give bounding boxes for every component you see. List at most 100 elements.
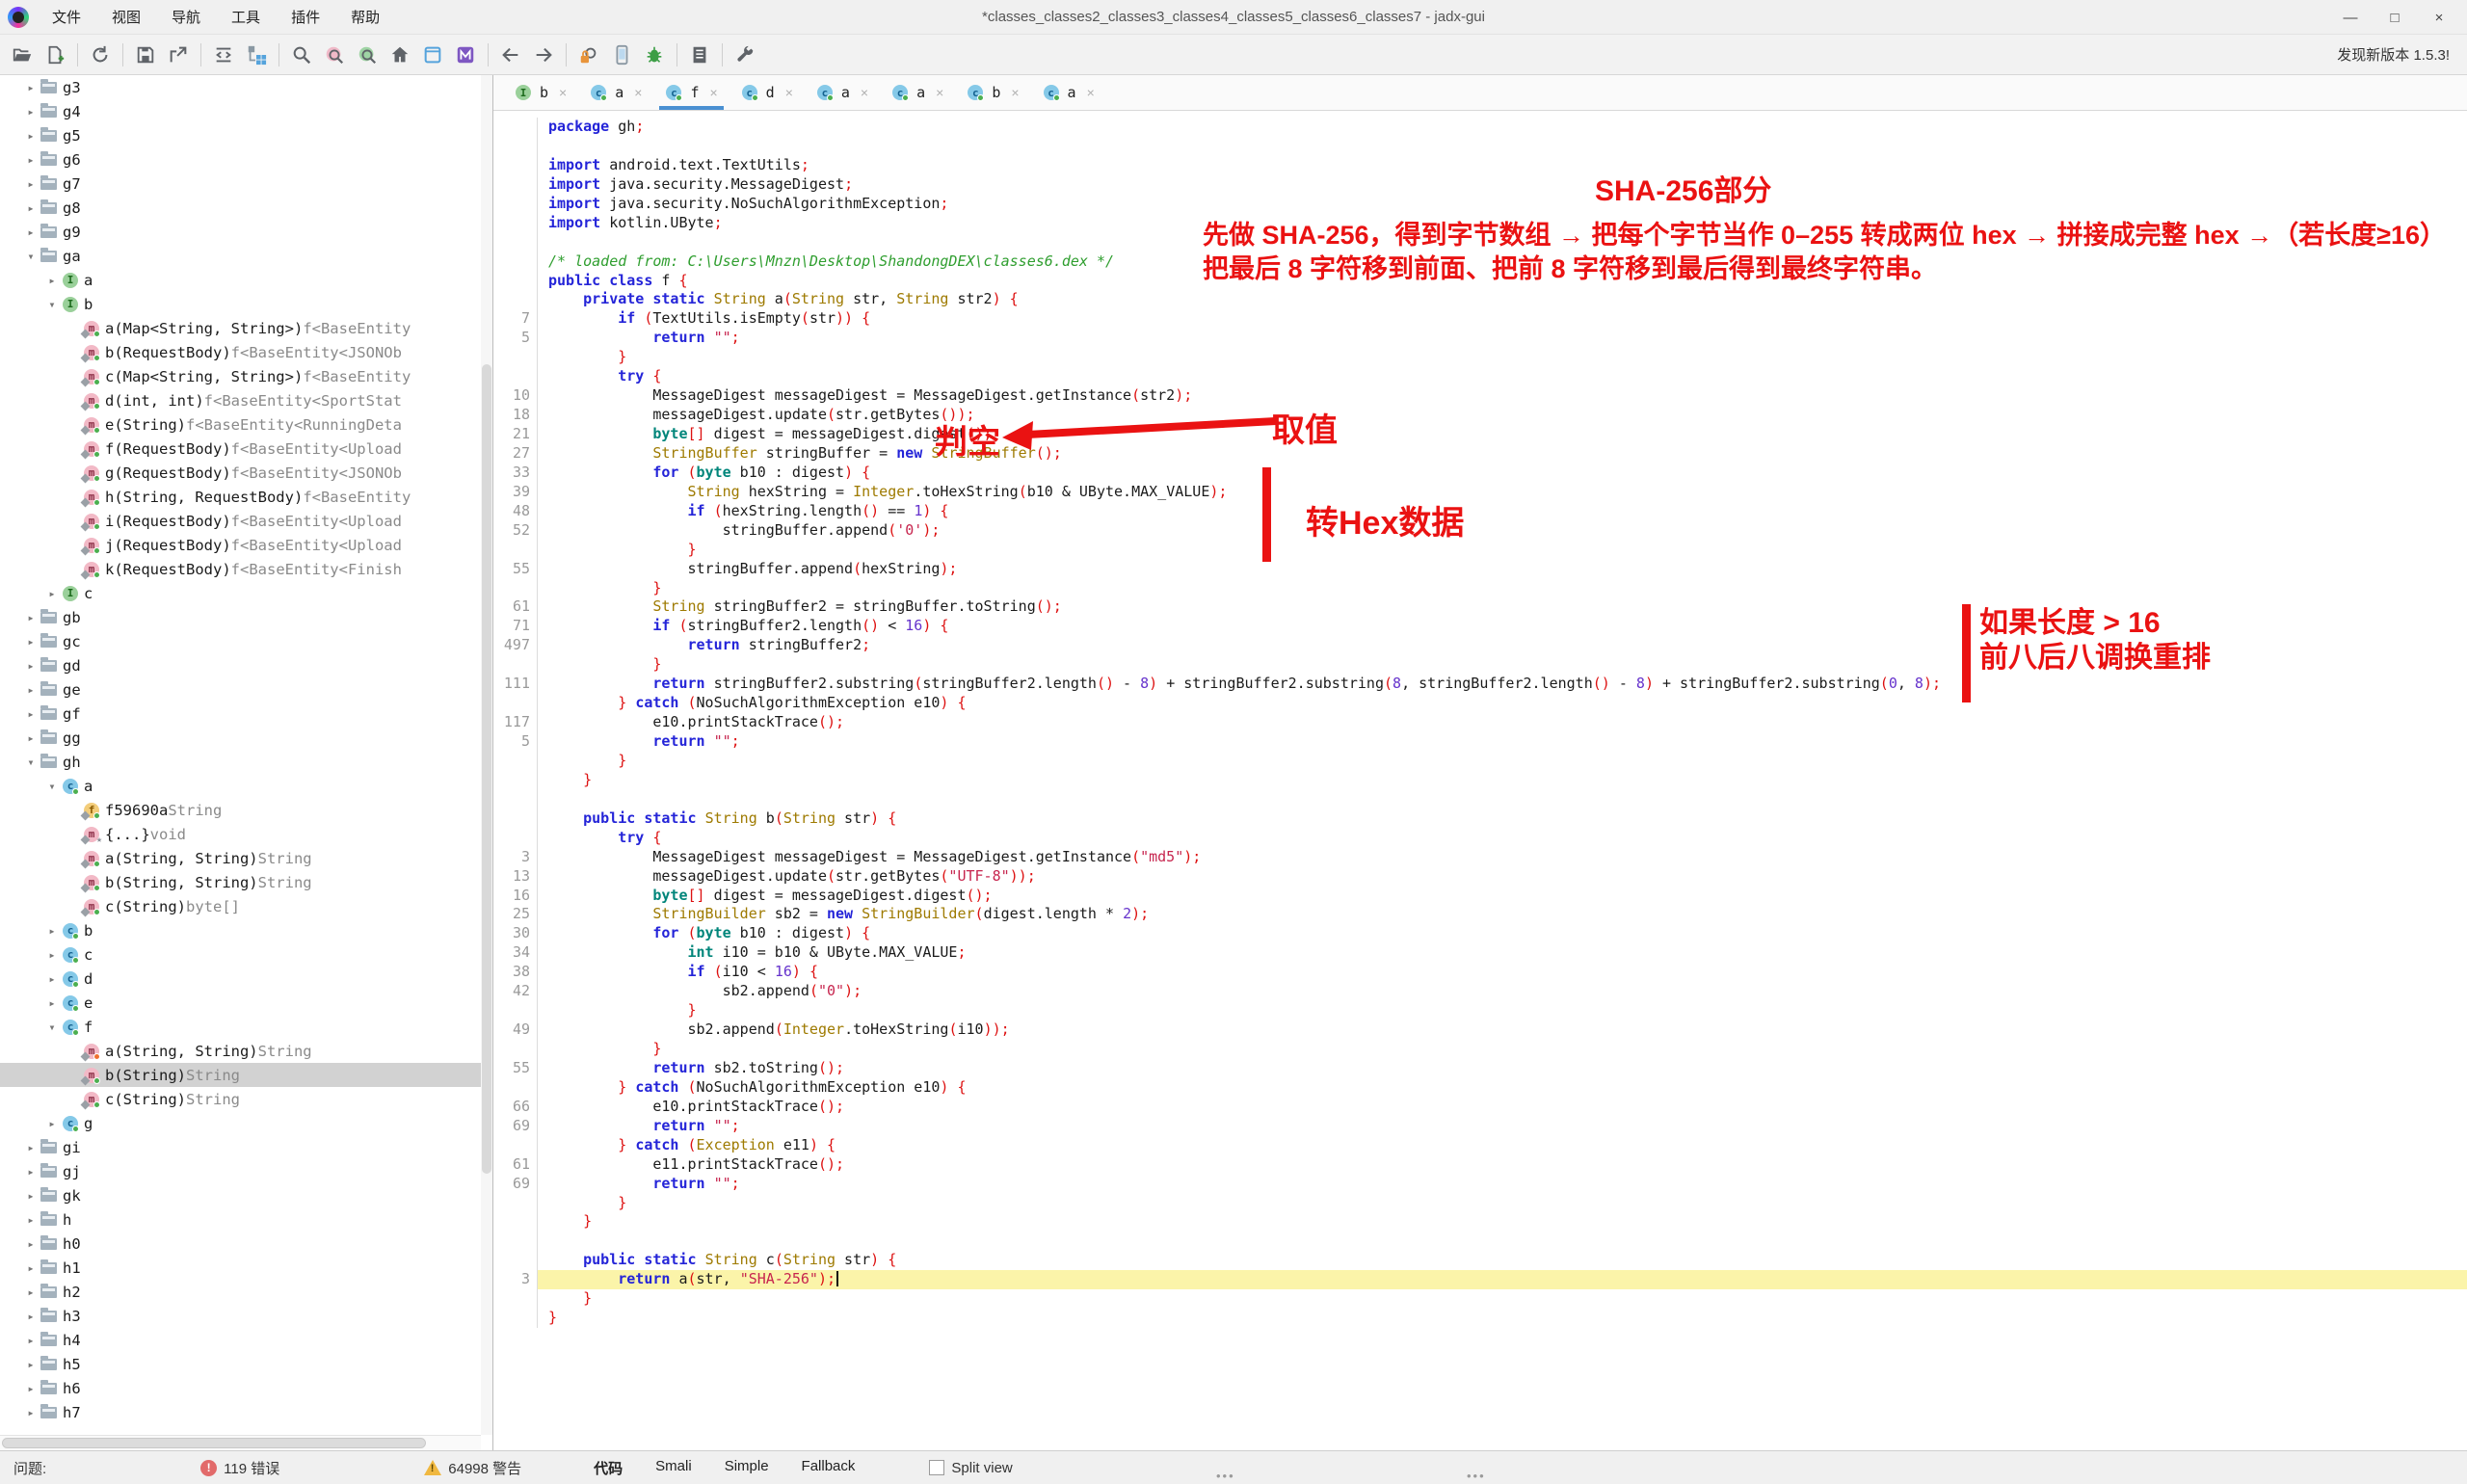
tree-item-h[interactable]: ▸h xyxy=(0,1207,481,1232)
tree-item-h5[interactable]: ▸h5 xyxy=(0,1352,481,1376)
device-icon[interactable] xyxy=(605,40,638,70)
chevron-right-icon[interactable]: ▸ xyxy=(23,635,39,649)
export-icon[interactable] xyxy=(162,40,195,70)
code-line[interactable]: 61 e11.printStackTrace(); xyxy=(493,1155,2467,1175)
code-line[interactable]: 69 return ""; xyxy=(493,1117,2467,1136)
chevron-right-icon[interactable]: ▸ xyxy=(23,1285,39,1299)
tree-item-d-int-int-[interactable]: md(int, int) f<BaseEntity<SportStat xyxy=(0,388,481,412)
tree-item-gc[interactable]: ▸gc xyxy=(0,629,481,653)
update-notice[interactable]: 发现新版本 1.5.3! xyxy=(2337,44,2450,65)
code-line[interactable]: } xyxy=(493,1289,2467,1309)
tree-item-c[interactable]: ▸Ic xyxy=(0,581,481,605)
code-line[interactable]: } catch (NoSuchAlgorithmException e10) { xyxy=(493,1078,2467,1098)
chevron-right-icon[interactable]: ▸ xyxy=(23,1237,39,1251)
tree-item-h6[interactable]: ▸h6 xyxy=(0,1376,481,1400)
tree-item-gd[interactable]: ▸gd xyxy=(0,653,481,677)
code-line[interactable]: 16 byte[] digest = messageDigest.digest(… xyxy=(493,887,2467,906)
chevron-right-icon[interactable]: ▸ xyxy=(44,1117,60,1130)
chevron-right-icon[interactable]: ▸ xyxy=(23,1334,39,1347)
chevron-right-icon[interactable]: ▸ xyxy=(23,1189,39,1203)
code-line[interactable]: } xyxy=(493,1309,2467,1328)
code-line[interactable] xyxy=(493,137,2467,156)
code-line-highlighted[interactable]: 3 return a(str, "SHA-256"); xyxy=(493,1270,2467,1289)
chevron-right-icon[interactable]: ▸ xyxy=(23,1165,39,1179)
chevron-right-icon[interactable]: ▸ xyxy=(23,1141,39,1154)
view-tab-Simple[interactable]: Simple xyxy=(708,1452,785,1484)
chevron-right-icon[interactable]: ▸ xyxy=(23,683,39,697)
tree-item-ge[interactable]: ▸ge xyxy=(0,677,481,702)
tree-item-d[interactable]: ▸cd xyxy=(0,967,481,991)
code-line[interactable]: 48 if (hexString.length() == 1) { xyxy=(493,502,2467,521)
chevron-right-icon[interactable]: ▸ xyxy=(44,996,60,1010)
tree-item-e-String-[interactable]: me(String) f<BaseEntity<RunningDeta xyxy=(0,412,481,437)
tab-a[interactable]: ca× xyxy=(578,75,653,110)
tab-close-icon[interactable]: × xyxy=(1087,85,1095,100)
chevron-right-icon[interactable]: ▸ xyxy=(23,611,39,624)
code-line[interactable]: 5 return ""; xyxy=(493,732,2467,752)
code-line[interactable]: 55 return sb2.toString(); xyxy=(493,1059,2467,1078)
errors-status[interactable]: ! 119 错误 xyxy=(200,1458,279,1478)
chevron-down-icon[interactable]: ▾ xyxy=(44,298,60,311)
tree-item-i-RequestBody-[interactable]: mi(RequestBody) f<BaseEntity<Upload xyxy=(0,509,481,533)
main-activity-icon[interactable] xyxy=(384,40,416,70)
code-line[interactable]: 111 return stringBuffer2.substring(strin… xyxy=(493,675,2467,694)
chevron-right-icon[interactable]: ▸ xyxy=(23,105,39,119)
tree-item-h1[interactable]: ▸h1 xyxy=(0,1256,481,1280)
chevron-right-icon[interactable]: ▸ xyxy=(23,1358,39,1371)
tab-close-icon[interactable]: × xyxy=(559,85,567,100)
code-line[interactable]: 3 MessageDigest messageDigest = MessageD… xyxy=(493,848,2467,867)
add-files-icon[interactable] xyxy=(39,40,71,70)
tree-item-b[interactable]: ▸cb xyxy=(0,918,481,942)
open-file-icon[interactable] xyxy=(6,40,39,70)
code-line[interactable]: } xyxy=(493,752,2467,771)
tree-item-g7[interactable]: ▸g7 xyxy=(0,172,481,196)
chevron-right-icon[interactable]: ▸ xyxy=(44,924,60,938)
tab-a[interactable]: ca× xyxy=(805,75,880,110)
code-line[interactable] xyxy=(493,1232,2467,1251)
settings-wrench-icon[interactable] xyxy=(729,40,761,70)
chevron-right-icon[interactable]: ▸ xyxy=(23,129,39,143)
code-line[interactable]: 69 return ""; xyxy=(493,1175,2467,1194)
code-line[interactable]: } xyxy=(493,348,2467,367)
chevron-down-icon[interactable]: ▾ xyxy=(23,755,39,769)
close-button[interactable]: × xyxy=(2417,0,2461,35)
code-line[interactable]: 7 if (TextUtils.isEmpty(str)) { xyxy=(493,309,2467,329)
code-line[interactable]: } xyxy=(493,1212,2467,1232)
log-viewer-icon[interactable] xyxy=(683,40,716,70)
search-class-icon[interactable] xyxy=(351,40,384,70)
horizontal-swap-icon[interactable] xyxy=(207,40,240,70)
tree-item-f[interactable]: ▾cf xyxy=(0,1015,481,1039)
tree-item-a-String-String-[interactable]: ma(String, String) String xyxy=(0,1039,481,1063)
tree-item-gh[interactable]: ▾gh xyxy=(0,750,481,774)
code-line[interactable]: 34 int i10 = b10 & UByte.MAX_VALUE; xyxy=(493,943,2467,963)
chevron-right-icon[interactable]: ▸ xyxy=(23,1406,39,1419)
code-line[interactable]: 49 sb2.append(Integer.toHexString(i10)); xyxy=(493,1020,2467,1040)
code-line[interactable]: } catch (Exception e11) { xyxy=(493,1136,2467,1155)
tree-horizontal-scrollbar[interactable] xyxy=(0,1435,481,1450)
tree-item-j-RequestBody-[interactable]: mj(RequestBody) f<BaseEntity<Upload xyxy=(0,533,481,557)
tree-item-b[interactable]: ▾Ib xyxy=(0,292,481,316)
tree-vertical-scrollbar[interactable] xyxy=(481,75,492,1435)
code-line[interactable]: 38 if (i10 < 16) { xyxy=(493,963,2467,982)
tree-item-gj[interactable]: ▸gj xyxy=(0,1159,481,1183)
tree-item-g5[interactable]: ▸g5 xyxy=(0,123,481,147)
menu-文件[interactable]: 文件 xyxy=(39,3,94,31)
tree-item-g8[interactable]: ▸g8 xyxy=(0,196,481,220)
chevron-right-icon[interactable]: ▸ xyxy=(23,81,39,94)
m-badge-icon[interactable] xyxy=(449,40,482,70)
chevron-down-icon[interactable]: ▾ xyxy=(44,780,60,793)
tree-item-g3[interactable]: ▸g3 xyxy=(0,75,481,99)
chevron-right-icon[interactable]: ▸ xyxy=(23,707,39,721)
menu-导航[interactable]: 导航 xyxy=(158,3,214,31)
search-text-icon[interactable] xyxy=(318,40,351,70)
warnings-status[interactable]: 64998 警告 xyxy=(424,1458,521,1478)
tab-close-icon[interactable]: × xyxy=(936,85,943,100)
code-line[interactable]: 39 String hexString = Integer.toHexStrin… xyxy=(493,483,2467,502)
chevron-right-icon[interactable]: ▸ xyxy=(23,1310,39,1323)
forward-icon[interactable] xyxy=(527,40,560,70)
tree-item-c[interactable]: ▸cc xyxy=(0,942,481,967)
tab-close-icon[interactable]: × xyxy=(861,85,868,100)
tree-item-a-Map-String-String-[interactable]: ma(Map<String, String>) f<BaseEntity xyxy=(0,316,481,340)
tree-item-g[interactable]: ▸cg xyxy=(0,1111,481,1135)
tree-item-gg[interactable]: ▸gg xyxy=(0,726,481,750)
